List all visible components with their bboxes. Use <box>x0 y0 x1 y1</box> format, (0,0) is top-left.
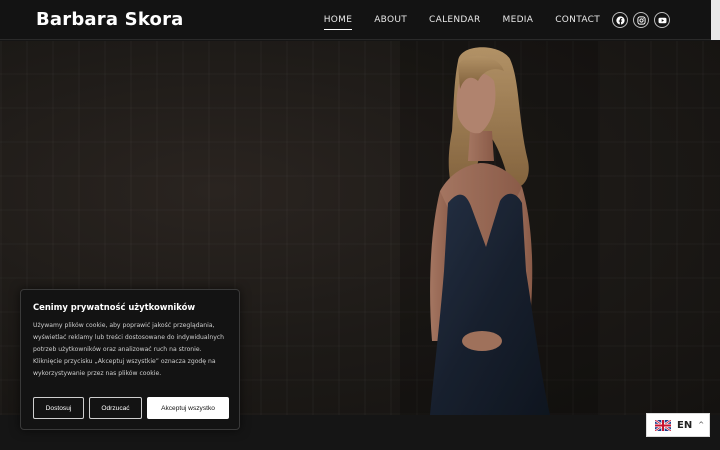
main-nav: HOME ABOUT CALENDAR MEDIA CONTACT <box>323 0 600 40</box>
instagram-icon[interactable] <box>633 12 649 28</box>
reject-button[interactable]: Odrzucać <box>89 397 142 419</box>
site-header: Barbara Skora HOME ABOUT CALENDAR MEDIA … <box>0 0 711 40</box>
scrollbar[interactable] <box>711 0 720 40</box>
nav-item-calendar[interactable]: CALENDAR <box>429 15 480 25</box>
social-links <box>612 12 670 28</box>
youtube-icon[interactable] <box>654 12 670 28</box>
cookie-title: Cenimy prywatność użytkowników <box>33 302 196 312</box>
chevron-up-icon: ^ <box>698 421 705 429</box>
hero-portrait-image <box>400 41 600 415</box>
uk-flag-icon <box>655 419 671 431</box>
customize-button[interactable]: Dostosuj <box>33 397 84 419</box>
cookie-actions: Dostosuj Odrzucać Akceptuj wszystko <box>33 397 229 419</box>
site-logo[interactable]: Barbara Skora <box>36 9 184 30</box>
nav-item-about[interactable]: ABOUT <box>374 15 407 25</box>
language-switcher[interactable]: EN ^ <box>646 413 710 437</box>
language-code: EN <box>677 419 693 431</box>
nav-item-contact[interactable]: CONTACT <box>555 15 600 25</box>
accept-all-button[interactable]: Akceptuj wszystko <box>147 397 229 419</box>
nav-item-home[interactable]: HOME <box>323 15 353 30</box>
cookie-description: Używamy plików cookie, aby poprawić jako… <box>33 322 225 377</box>
facebook-icon[interactable] <box>612 12 628 28</box>
nav-item-media[interactable]: MEDIA <box>503 15 534 25</box>
cookie-consent-dialog: Cenimy prywatność użytkowników Używamy p… <box>20 289 240 430</box>
